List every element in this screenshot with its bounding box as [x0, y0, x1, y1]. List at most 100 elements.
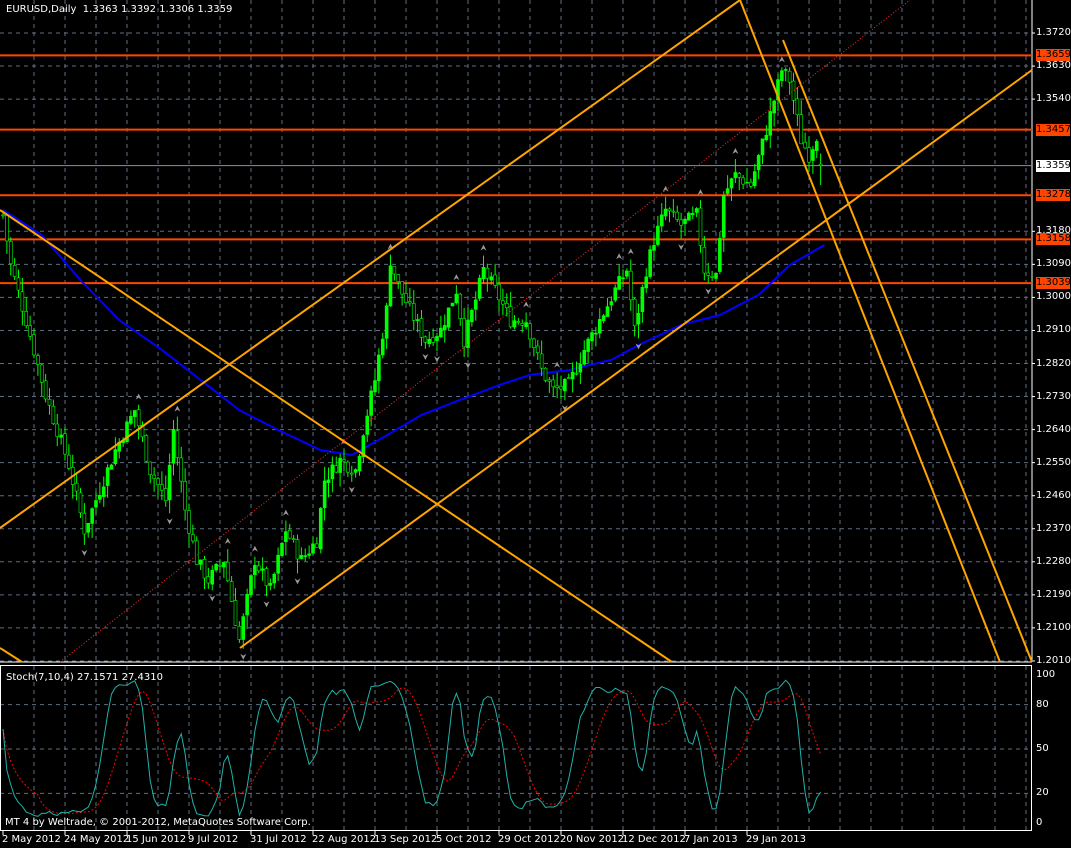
channel-bottom-stub-line[interactable] [0, 647, 23, 663]
candle [51, 405, 56, 424]
candle [656, 225, 660, 245]
steep-trendline-2[interactable] [782, 39, 1033, 663]
candle [334, 465, 339, 473]
candle [601, 315, 606, 322]
candle [136, 409, 141, 427]
candle [679, 219, 683, 226]
candle [512, 320, 517, 328]
candle [427, 338, 432, 345]
candle [520, 323, 525, 326]
candle [210, 569, 215, 585]
fractal-down-arrow-icon [422, 353, 429, 360]
candle [12, 265, 17, 277]
fractal-down-arrow-icon [705, 288, 712, 295]
candle [400, 281, 404, 295]
fractal-up-arrow-icon [224, 538, 231, 545]
candle [504, 303, 509, 309]
candle [342, 459, 346, 462]
candle [671, 210, 676, 213]
candle [721, 195, 726, 238]
candle [690, 213, 695, 216]
candle [295, 539, 300, 560]
ma-line [2, 209, 826, 456]
date-tick-label: 29 Jan 2013 [746, 834, 806, 845]
stoch-main-value: 27.1571 [77, 672, 119, 683]
chart-canvas[interactable] [0, 0, 1071, 848]
candle [547, 379, 552, 382]
fractal-down-arrow-icon [209, 595, 216, 602]
candle [597, 319, 602, 334]
candle [652, 245, 656, 251]
channel-upper-line[interactable] [0, 0, 741, 529]
fractals [81, 56, 785, 660]
candle [256, 565, 261, 572]
candle [431, 337, 435, 343]
candle [36, 355, 40, 365]
candle [516, 321, 521, 323]
date-tick-label: 9 Jul 2012 [188, 834, 239, 845]
date-tick-label: 29 Oct 2012 [498, 834, 560, 845]
candle [353, 469, 358, 473]
horizontal-level-label: 1.3659 [1036, 49, 1071, 62]
horizontal-level-label: 1.3039 [1036, 277, 1071, 290]
candle [590, 332, 594, 342]
candle [714, 272, 718, 279]
ohlc-close: 1.3359 [197, 4, 233, 15]
candle [566, 377, 571, 379]
candle [729, 178, 734, 189]
moving-average [2, 209, 826, 456]
candle [667, 208, 672, 212]
candle [160, 484, 164, 491]
price-tick-label: 1.3000 [1036, 291, 1071, 303]
price-tick-label: 1.2370 [1036, 522, 1071, 534]
stoch-level-label: 0 [1036, 817, 1043, 828]
stoch-signal-value: 27.4310 [121, 672, 163, 683]
candle [535, 345, 540, 353]
date-tick-label: 5 Oct 2012 [436, 834, 492, 845]
candle [233, 600, 238, 626]
fractal-up-arrow-icon [453, 274, 460, 281]
candle [745, 182, 749, 184]
candle [528, 323, 532, 340]
candle [241, 616, 246, 640]
candle [439, 327, 443, 338]
date-tick-label: 20 Nov 2012 [560, 834, 625, 845]
descending-trendline[interactable] [0, 209, 673, 663]
candle [229, 581, 234, 602]
candle [78, 492, 83, 514]
candle [5, 214, 9, 242]
fractal-down-arrow-icon [434, 356, 440, 363]
date-tick-label: 13 Sep 2012 [374, 834, 438, 845]
fractal-up-arrow-icon [697, 189, 704, 196]
stoch-level-label: 20 [1036, 787, 1049, 799]
price-tick-label: 1.2010 [1036, 654, 1071, 666]
fractal-up-arrow-icon [732, 148, 739, 155]
candle [555, 385, 559, 388]
candle [582, 350, 587, 365]
candle [179, 457, 184, 482]
candle [501, 300, 505, 305]
candle [687, 212, 691, 221]
fractal-up-arrow-icon [251, 545, 258, 552]
candle [90, 508, 94, 524]
candle [791, 80, 796, 101]
candle [268, 582, 273, 586]
candle [752, 171, 757, 186]
candle [307, 553, 311, 556]
candle [392, 266, 397, 275]
candle [563, 379, 567, 392]
candle [357, 455, 362, 472]
candle [105, 467, 110, 486]
candle [284, 531, 288, 543]
candle [369, 390, 373, 416]
candle [578, 364, 583, 373]
price-tick-label: 1.2640 [1036, 423, 1071, 435]
candle [20, 291, 25, 312]
candle [175, 430, 180, 458]
candle [8, 240, 13, 265]
candle [218, 564, 222, 567]
candle [43, 380, 48, 400]
candle [663, 208, 668, 217]
horizontal-levels[interactable] [0, 54, 1032, 285]
candle [733, 172, 738, 179]
